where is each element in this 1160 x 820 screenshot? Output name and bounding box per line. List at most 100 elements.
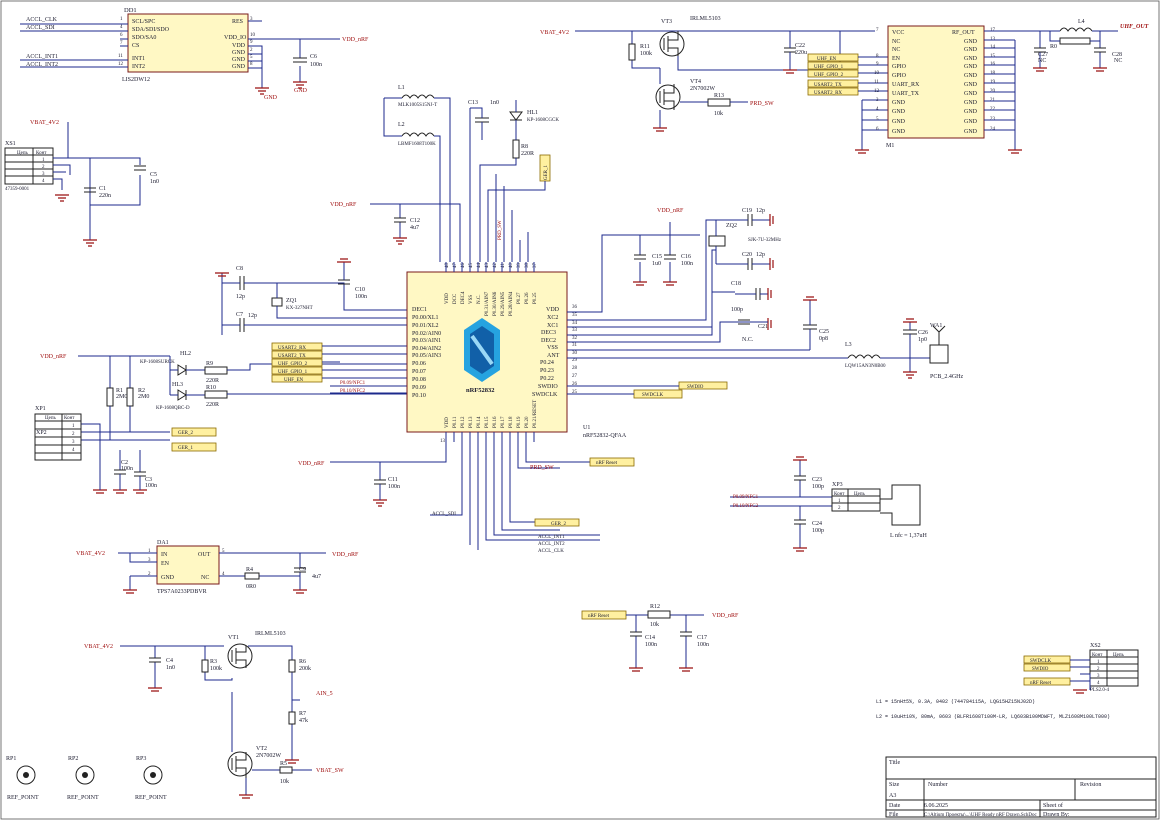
svg-text:100k: 100k bbox=[640, 51, 652, 57]
c1-cap[interactable]: C1 220n bbox=[84, 186, 111, 199]
hl1-led[interactable]: HL1 KP-1608CGCK bbox=[509, 110, 559, 123]
net-label-ger1-vertical[interactable]: GER_1 bbox=[539, 154, 551, 182]
rp1-ref-point[interactable]: RP1 REF_POINT bbox=[6, 756, 39, 801]
svg-text:R12: R12 bbox=[650, 604, 660, 610]
c28-cap[interactable]: C28 NC bbox=[1094, 47, 1122, 64]
vt3-transistor[interactable]: VT3 IRLML5103 bbox=[659, 16, 721, 60]
r7-resistor[interactable]: R7 47k bbox=[288, 711, 308, 725]
net-label-swdclk-xs2[interactable]: SWDCLK bbox=[1023, 655, 1071, 664]
net-label-usart2-tx-m1[interactable]: USART2_TX bbox=[807, 79, 859, 88]
r1-resistor[interactable]: R1 2M0 bbox=[106, 387, 127, 407]
r9-resistor[interactable]: R9 220R bbox=[204, 361, 228, 384]
c7-cap[interactable]: C7 12p bbox=[236, 312, 257, 332]
zq1-crystal[interactable]: ZQ1 KX-327NHT bbox=[271, 297, 313, 311]
net-label-swdio[interactable]: SWDIO bbox=[678, 381, 728, 390]
r3-resistor[interactable]: R3 100k bbox=[201, 659, 222, 673]
svg-text:47k: 47k bbox=[299, 718, 308, 724]
da1-ldo[interactable]: DA1 TPS7A0233PDBVR IN EN GND OUT NC 1 3 … bbox=[148, 540, 225, 595]
r13-resistor[interactable]: R13 10k bbox=[707, 93, 731, 117]
c13-cap[interactable]: C13 1n0 bbox=[468, 100, 499, 123]
net-label-nrf-reset[interactable]: nRF Reset bbox=[589, 457, 635, 467]
c21-cap[interactable]: C21 N.C. bbox=[738, 319, 768, 343]
xs1-connector[interactable]: XS1 Цепь Конт 1 2 3 4 47359-0001 bbox=[4, 141, 54, 192]
svg-text:nRF Reset: nRF Reset bbox=[588, 614, 610, 619]
l3-inductor[interactable]: L3 LQW15AN3N0B00 bbox=[845, 342, 886, 369]
c17-cap[interactable]: C17 100n bbox=[680, 631, 709, 648]
net-label-uhf-gpio1-m1[interactable]: UHF_GPIO_1 bbox=[807, 61, 859, 70]
net-label-uhf-en[interactable]: UHF_EN bbox=[271, 374, 323, 383]
net-label-swdio-xs2[interactable]: SWDIO bbox=[1023, 663, 1071, 672]
net-label-uhf-en-m1[interactable]: UHF_EN bbox=[807, 53, 859, 62]
xs2-connector[interactable]: XS2 Конт Цепь 1 2 3 4 PLS2.0-4 bbox=[1089, 643, 1139, 693]
net-label-uhf-gpio2[interactable]: UHF_GPIO_2 bbox=[271, 358, 323, 367]
c5-cap[interactable]: C5 1n0 bbox=[134, 165, 159, 185]
hl2-led[interactable]: HL2 KP-1608SURCK bbox=[140, 351, 191, 376]
r2-resistor[interactable]: R2 2M0 bbox=[126, 387, 149, 407]
r0-resistor[interactable]: R0 bbox=[1050, 37, 1091, 50]
c2-cap[interactable]: C2 100n bbox=[114, 460, 133, 475]
net-label-usart2-rx[interactable]: USART2_RX bbox=[271, 342, 323, 351]
r6-resistor[interactable]: R6 200k bbox=[288, 659, 311, 673]
dd1-accelerometer[interactable]: DD1 LIS2DW12 SCL/SPC SDA/SDI/SDO SDO/SA0… bbox=[118, 7, 256, 83]
c19-cap[interactable]: C19 12p bbox=[742, 208, 765, 226]
c15-cap[interactable]: C15 1u0 bbox=[634, 254, 662, 267]
c23-cap[interactable]: C23 100p bbox=[794, 475, 824, 490]
c27-cap[interactable]: C27 NC bbox=[1034, 47, 1048, 64]
svg-text:34: 34 bbox=[572, 321, 578, 326]
vt2-transistor[interactable]: VT2 2N7002W bbox=[227, 746, 281, 778]
c11-cap[interactable]: C11 100n bbox=[374, 477, 400, 490]
net-label-nrf-reset-r12[interactable]: nRF Reset bbox=[581, 610, 627, 620]
xp1-connector[interactable]: XP1 Цепь Конт 1 2 3 4 XP2 bbox=[34, 406, 82, 461]
r5-resistor[interactable]: R5 10k bbox=[279, 761, 293, 785]
c4-cap[interactable]: C4 1n0 bbox=[149, 657, 175, 671]
svg-text:P0.09: P0.09 bbox=[412, 385, 426, 391]
r11-resistor[interactable]: R11 100k bbox=[628, 43, 652, 61]
zq2-crystal[interactable]: ZQ2 SJK-7U-32MHz bbox=[708, 223, 782, 247]
r10-resistor[interactable]: R10 220R bbox=[204, 385, 228, 408]
vt1-transistor[interactable]: VT1 IRLML5103 bbox=[227, 631, 286, 669]
vt4-transistor[interactable]: VT4 2N7002W bbox=[655, 79, 715, 110]
hl3-led[interactable]: HL3 KP-1608QBC-D bbox=[156, 382, 190, 411]
rp3-ref-point[interactable]: RP3 REF_POINT bbox=[135, 756, 167, 801]
c18-cap[interactable]: C18 100p bbox=[731, 281, 761, 313]
net-accl-sdi: ACCL_SDI bbox=[26, 25, 55, 31]
c26-cap[interactable]: C26 1p0 bbox=[903, 329, 928, 343]
xp3-connector[interactable]: XP3 Конт Цепь 1 2 bbox=[831, 482, 881, 512]
net-label-ger1[interactable]: GER_1 bbox=[171, 442, 217, 452]
c3-cap[interactable]: C3 100n bbox=[134, 471, 157, 489]
net-label-usart2-rx-m1[interactable]: USART2_RX bbox=[807, 87, 859, 96]
c24-cap[interactable]: C24 100p bbox=[794, 519, 824, 534]
l1-inductor[interactable]: L1 MLK1005S15NJ-T bbox=[398, 85, 437, 108]
c12-cap[interactable]: C12 4u7 bbox=[394, 217, 420, 231]
l2-inductor[interactable]: L2 LBMF1608T100K bbox=[398, 122, 436, 147]
m1-uhf-module[interactable]: M1 VCC NC NC EN GPIO GPIO UART_RX UART_T… bbox=[874, 25, 996, 149]
svg-text:7: 7 bbox=[120, 41, 123, 46]
net-label-usart2-tx[interactable]: USART2_TX bbox=[271, 350, 323, 359]
net-label-ger2[interactable]: GER_2 bbox=[171, 427, 217, 437]
power-vdd-nrf: VDD_nRF bbox=[330, 202, 357, 208]
c14-cap[interactable]: C14 100n bbox=[630, 631, 657, 648]
net-label-uhf-gpio2-m1[interactable]: UHF_GPIO_2 bbox=[807, 69, 859, 78]
c20-cap[interactable]: C20 12p bbox=[742, 252, 765, 270]
net-label-uhf-gpio1[interactable]: UHF_GPIO_1 bbox=[271, 366, 323, 375]
r12-resistor[interactable]: R12 10k bbox=[647, 604, 671, 628]
wa1-antenna[interactable]: WA1 PCB_2.4GHz bbox=[929, 323, 964, 380]
c25-cap[interactable]: C25 0p8 bbox=[803, 324, 829, 342]
c9-cap[interactable]: C9 4u7 bbox=[294, 567, 321, 580]
gnd-symbol bbox=[767, 288, 772, 300]
u1-nrf52832[interactable]: U1 nRF52832-QFAA nRF52832 DEC1 P0.00/XL1… bbox=[406, 263, 627, 445]
rp2-ref-point[interactable]: RP2 REF_POINT bbox=[67, 756, 99, 801]
r4-resistor[interactable]: R4 0R0 bbox=[244, 567, 260, 590]
c6-cap[interactable]: C6 100n bbox=[293, 54, 322, 68]
r8-resistor[interactable]: R8 220R bbox=[512, 139, 534, 159]
gnd-symbol bbox=[793, 547, 807, 552]
l4-inductor[interactable]: L4 bbox=[1059, 19, 1093, 32]
c22-cap[interactable]: C22 220u bbox=[784, 43, 807, 56]
net-label-swdclk[interactable]: SWDCLK bbox=[633, 389, 683, 399]
net-label-prd-sw-vertical[interactable]: PRD_SW bbox=[498, 220, 503, 240]
svg-text:VSS: VSS bbox=[469, 295, 474, 304]
net-label-ger2-bottom[interactable]: GER_2 bbox=[534, 518, 580, 527]
svg-text:SJK-7U-32MHz: SJK-7U-32MHz bbox=[748, 238, 782, 243]
net-label-nrf-reset-xs2[interactable]: nRF Reset bbox=[1023, 677, 1071, 686]
c16-cap[interactable]: C16 100n bbox=[664, 254, 693, 267]
